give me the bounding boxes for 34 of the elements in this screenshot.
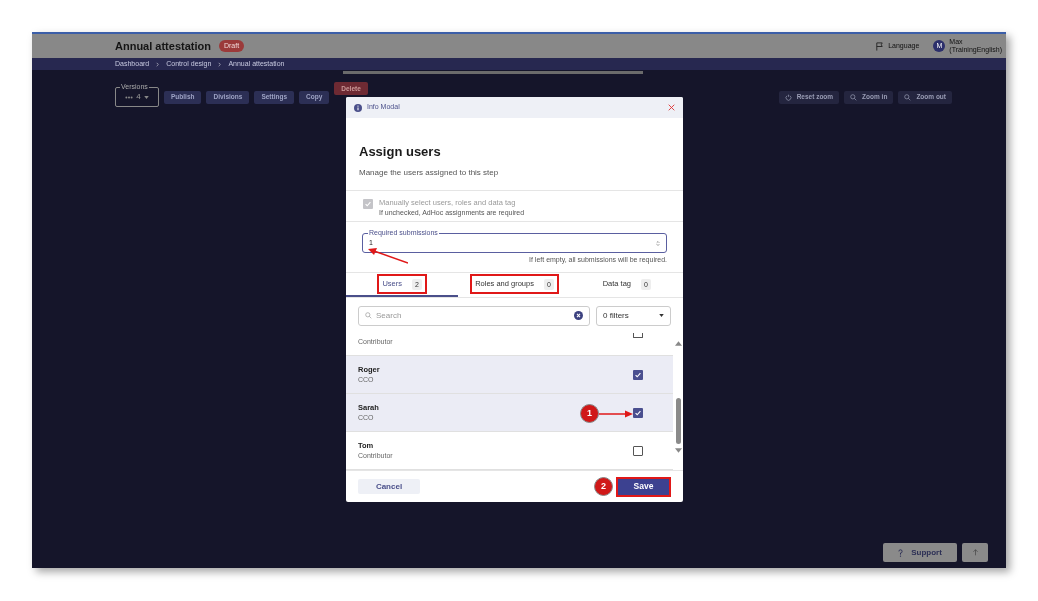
cancel-button[interactable]: Cancel (358, 479, 420, 494)
caret-icon (143, 95, 149, 99)
scroll-down-icon[interactable] (674, 448, 682, 453)
help-icon (898, 548, 904, 557)
checkbox[interactable] (633, 445, 643, 456)
scroll-up-icon[interactable] (674, 341, 682, 346)
versions-value: 4 (136, 91, 141, 103)
search-field[interactable]: Search (376, 309, 570, 322)
dots-icon (125, 95, 134, 99)
clear-icon[interactable] (574, 311, 583, 320)
info-icon (354, 103, 362, 112)
chevron-icon (217, 61, 223, 67)
chevron-icon (155, 61, 161, 67)
save-button[interactable]: Save (616, 476, 671, 497)
checkbox[interactable] (633, 333, 643, 338)
close-icon[interactable] (668, 104, 675, 111)
checkbox[interactable] (633, 369, 643, 380)
zoom-in-icon (850, 93, 858, 101)
up-arrow-icon (971, 549, 979, 556)
zoom-out-icon (904, 93, 912, 101)
reset-icon (784, 93, 792, 101)
annotation-arrow (599, 410, 633, 418)
search-icon (365, 312, 372, 319)
filters-dropdown[interactable]: 0 filters (596, 305, 671, 326)
search-box[interactable]: Search (358, 305, 590, 326)
caret-icon (659, 314, 664, 317)
annotation-arrow (368, 248, 408, 264)
support-button[interactable]: Support (883, 543, 957, 562)
step-marker: 2 (594, 477, 613, 496)
page-title: Annual attestation (115, 38, 211, 54)
dialog-subtitle: Manage the users assigned to this step (359, 167, 500, 179)
dialog-title: Assign users (359, 144, 442, 160)
flag-icon[interactable] (875, 41, 885, 51)
checkbox[interactable] (633, 407, 643, 418)
